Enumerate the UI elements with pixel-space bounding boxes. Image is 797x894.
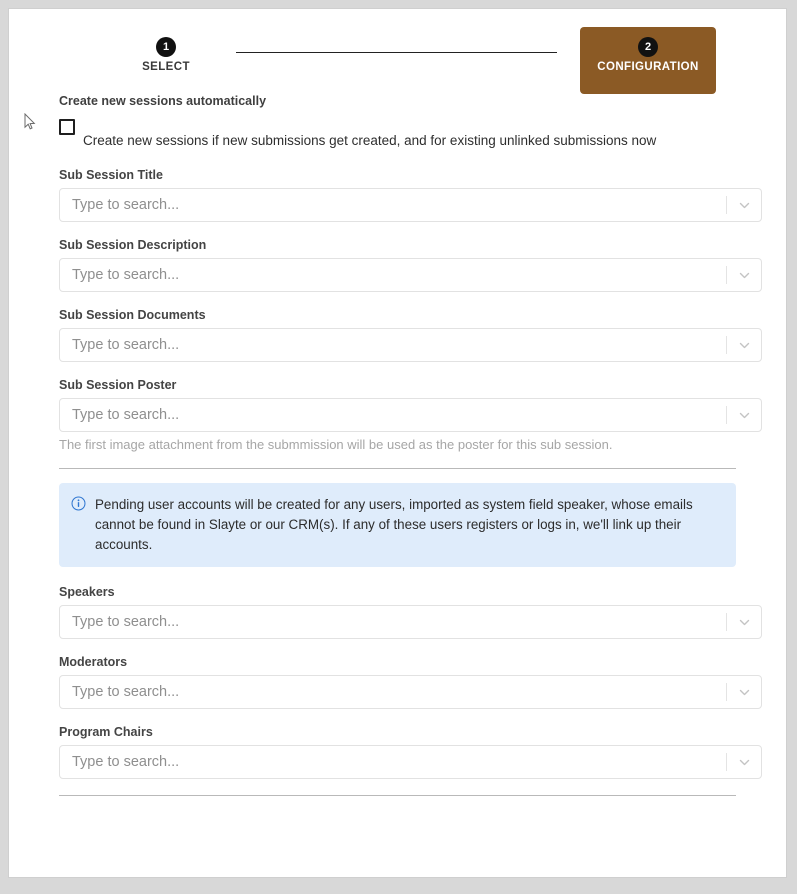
field-sub-session-documents: Sub Session Documents Type to search...: [59, 308, 762, 363]
stepper-step-configuration-label: CONFIGURATION: [597, 61, 699, 73]
footer-divider: [59, 795, 736, 797]
chevron-down-icon[interactable]: [727, 409, 761, 422]
pending-accounts-info-text: Pending user accounts will be created fo…: [95, 497, 693, 553]
field-hint-sub-session-poster: The first image attachment from the subm…: [59, 437, 613, 453]
pending-accounts-info-alert: Pending user accounts will be created fo…: [59, 483, 736, 568]
field-sub-session-description: Sub Session Description Type to search..…: [59, 238, 762, 293]
field-sub-session-title: Sub Session Title Type to search...: [59, 168, 762, 223]
field-speakers: Speakers Type to search...: [59, 585, 762, 640]
stepper-step-select-label: SELECT: [142, 61, 190, 73]
field-label-sub-session-poster: Sub Session Poster: [59, 378, 177, 393]
chevron-down-icon[interactable]: [727, 269, 761, 282]
stepper-step-configuration[interactable]: 2 CONFIGURATION: [580, 27, 716, 94]
select-program-chairs[interactable]: Type to search...: [59, 745, 762, 780]
select-speakers[interactable]: Type to search...: [59, 605, 762, 640]
select-sub-session-poster[interactable]: Type to search...: [59, 398, 762, 433]
select-speakers-value: Type to search...: [72, 614, 180, 631]
field-label-program-chairs: Program Chairs: [59, 725, 153, 740]
field-label-sub-session-documents: Sub Session Documents: [59, 308, 206, 323]
select-sub-session-title-value: Type to search...: [72, 197, 180, 214]
select-sub-session-description[interactable]: Type to search...: [59, 258, 762, 293]
stepper-step-select-number: 1: [156, 37, 176, 57]
select-moderators-value: Type to search...: [72, 684, 180, 701]
field-label-moderators: Moderators: [59, 655, 128, 670]
stepper-step-select[interactable]: 1 SELECT: [121, 27, 211, 73]
select-sub-session-poster-value: Type to search...: [72, 407, 180, 424]
chevron-down-icon[interactable]: [727, 199, 761, 212]
section-divider: [59, 468, 736, 470]
select-sub-session-documents-value: Type to search...: [72, 337, 180, 354]
select-sub-session-documents[interactable]: Type to search...: [59, 328, 762, 363]
field-label-sub-session-title: Sub Session Title: [59, 168, 163, 183]
field-label-speakers: Speakers: [59, 585, 115, 600]
chevron-down-icon[interactable]: [727, 339, 761, 352]
auto-create-checkbox-row[interactable]: Create new sessions if new submissions g…: [59, 118, 762, 150]
wizard-stepper: 1 SELECT 2 CONFIGURATION: [9, 9, 786, 94]
select-moderators[interactable]: Type to search...: [59, 675, 762, 710]
field-label-sub-session-description: Sub Session Description: [59, 238, 207, 253]
auto-create-checkbox-label: Create new sessions if new submissions g…: [83, 133, 657, 148]
chevron-down-icon[interactable]: [727, 616, 761, 629]
chevron-down-icon[interactable]: [727, 756, 761, 769]
wizard-card: 1 SELECT 2 CONFIGURATION Create new sess…: [8, 8, 787, 878]
field-moderators: Moderators Type to search...: [59, 655, 762, 710]
auto-create-checkbox[interactable]: [59, 119, 75, 135]
select-sub-session-title[interactable]: Type to search...: [59, 188, 762, 223]
field-program-chairs: Program Chairs Type to search...: [59, 725, 762, 780]
field-sub-session-poster: Sub Session Poster Type to search... The…: [59, 378, 762, 452]
configuration-form: Create new sessions automatically Create…: [9, 94, 786, 797]
auto-create-section-title: Create new sessions automatically: [59, 94, 267, 108]
info-circle-icon: [71, 496, 86, 511]
chevron-down-icon[interactable]: [727, 686, 761, 699]
stepper-connector-line: [236, 52, 557, 53]
stepper-step-configuration-number: 2: [638, 37, 658, 57]
select-sub-session-description-value: Type to search...: [72, 267, 180, 284]
select-program-chairs-value: Type to search...: [72, 754, 180, 771]
